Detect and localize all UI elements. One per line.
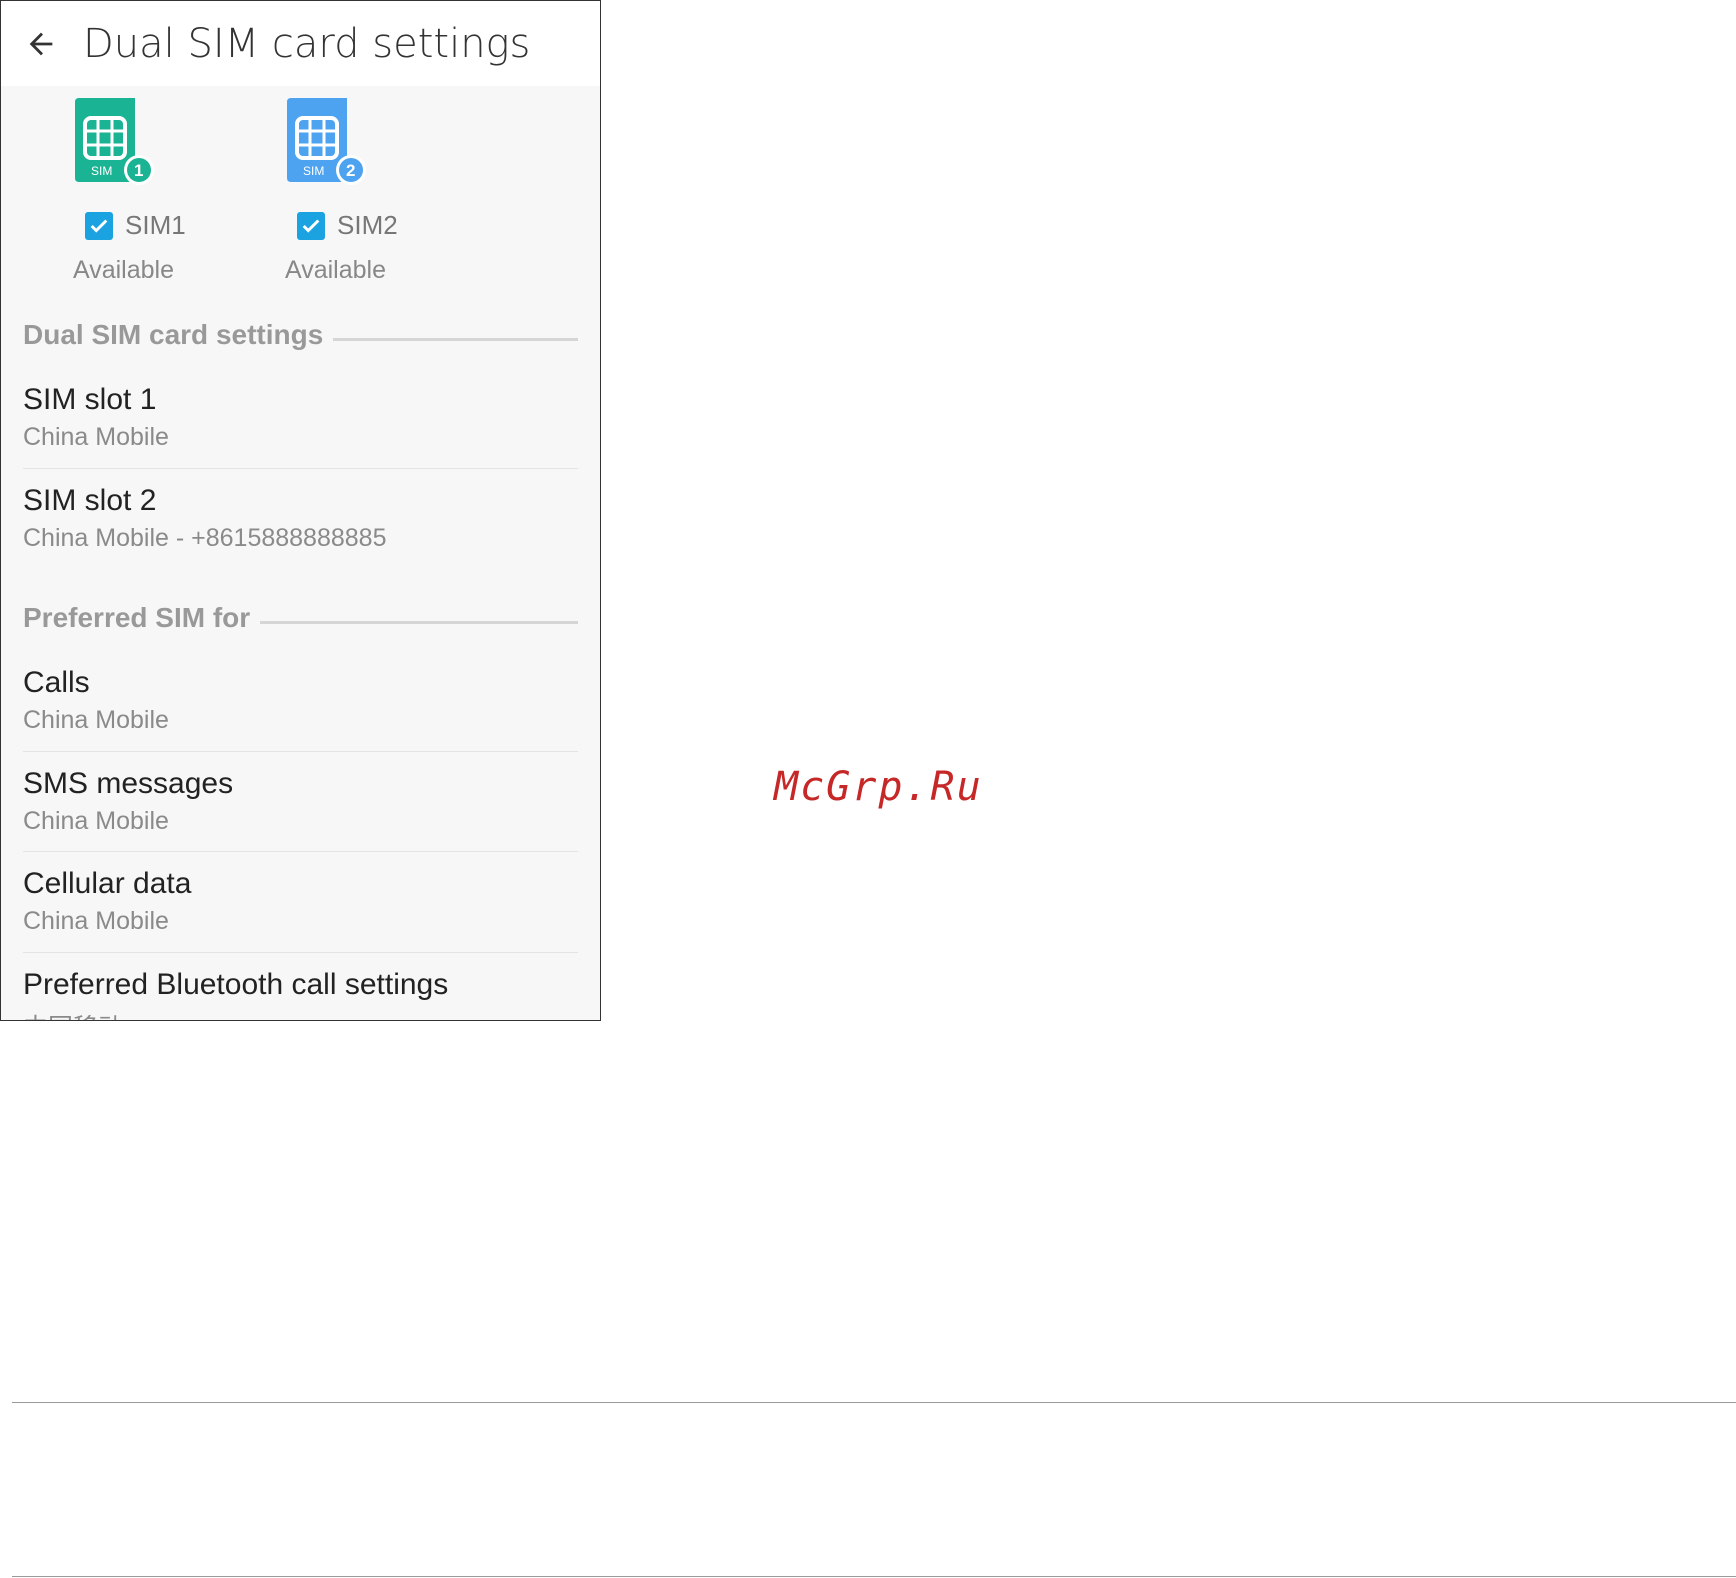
sim2-icon-text: SIM xyxy=(303,164,324,178)
list-item-bluetooth-call-settings[interactable]: Preferred Bluetooth call settings 中国移动 xyxy=(23,968,578,1020)
section-divider xyxy=(260,620,578,624)
checkmark-icon xyxy=(90,218,108,233)
sim-cards-area: SIM 1 SIM1 Available SIM 2 SIM2 Availabl… xyxy=(1,86,600,296)
page-rule-bottom xyxy=(12,1576,1736,1577)
item-subtitle: China Mobile xyxy=(23,423,169,451)
item-title: Calls xyxy=(23,666,90,699)
list-item-sim-slot-1[interactable]: SIM slot 1 China Mobile xyxy=(23,383,578,452)
page-title: Dual SIM card settings xyxy=(83,20,531,67)
app-bar: Dual SIM card settings xyxy=(1,1,600,86)
list-divider xyxy=(23,952,578,953)
item-subtitle: China Mobile - +8615888888885 xyxy=(23,524,387,552)
sim2-status: Available xyxy=(285,256,387,284)
list-item-sms-messages[interactable]: SMS messages China Mobile xyxy=(23,767,578,836)
item-title: Preferred Bluetooth call settings xyxy=(23,968,449,1001)
phone-screen: Dual SIM card settings SIM 1 SIM1 Availa… xyxy=(0,0,601,1021)
page-rule-top xyxy=(12,1402,1736,1403)
list-divider xyxy=(23,468,578,469)
list-item-calls[interactable]: Calls China Mobile xyxy=(23,666,578,735)
sim1-label: SIM1 xyxy=(125,210,186,240)
back-arrow-icon xyxy=(29,32,53,55)
sim1-icon: SIM 1 xyxy=(75,98,154,185)
sim1-checkbox[interactable] xyxy=(85,211,113,240)
watermark: McGrp.Ru xyxy=(774,764,983,810)
sim1-status: Available xyxy=(73,256,175,284)
checkmark-icon xyxy=(302,218,320,233)
item-title: Cellular data xyxy=(23,867,192,900)
item-subtitle: 中国移动 xyxy=(23,1008,578,1020)
section-divider xyxy=(333,337,578,341)
section-header-label: Dual SIM card settings xyxy=(23,319,324,350)
sim1-icon-text: SIM xyxy=(91,164,112,178)
list-divider xyxy=(23,751,578,752)
sim2-checkbox[interactable] xyxy=(297,211,325,240)
section-header-preferred-sim: Preferred SIM for xyxy=(23,602,578,634)
section-header-label: Preferred SIM for xyxy=(23,602,251,633)
sim1-badge: 1 xyxy=(134,161,143,180)
back-button[interactable] xyxy=(21,24,61,64)
item-title: SIM slot 2 xyxy=(23,484,157,517)
list-item-sim-slot-2[interactable]: SIM slot 2 China Mobile - +8615888888885 xyxy=(23,484,578,553)
item-title: SIM slot 1 xyxy=(23,383,157,416)
item-subtitle: China Mobile xyxy=(23,807,169,835)
sim2-label: SIM2 xyxy=(337,210,398,240)
section-header-dual-sim: Dual SIM card settings xyxy=(23,319,578,351)
item-subtitle: China Mobile xyxy=(23,706,169,734)
sim1-toggle[interactable]: SIM1 xyxy=(85,210,186,241)
item-subtitle: China Mobile xyxy=(23,907,169,935)
sim2-toggle[interactable]: SIM2 xyxy=(297,210,398,241)
list-item-cellular-data[interactable]: Cellular data China Mobile xyxy=(23,867,578,936)
list-divider xyxy=(23,851,578,852)
sim2-icon: SIM 2 xyxy=(287,98,366,185)
item-title: SMS messages xyxy=(23,767,234,800)
sim2-badge: 2 xyxy=(346,161,355,180)
